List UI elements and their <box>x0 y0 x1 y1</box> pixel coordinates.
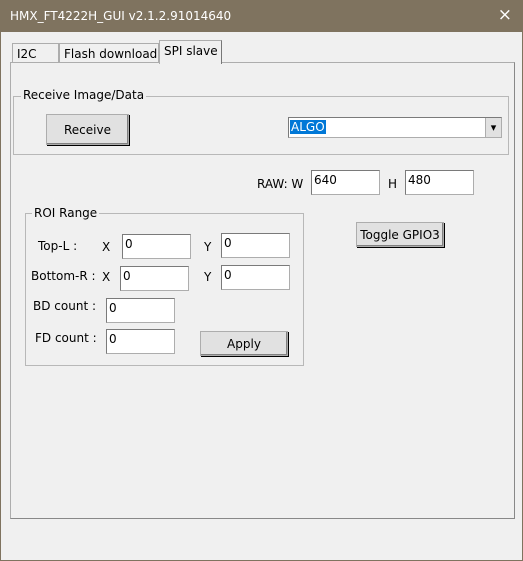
tab-i2c[interactable]: I2C <box>12 43 59 63</box>
tab-spi-slave[interactable]: SPI slave <box>159 40 222 64</box>
tab-flash-download[interactable]: Flash download <box>59 43 159 63</box>
raw-w-label: RAW: W <box>257 177 304 191</box>
top-l-label: Top-L : <box>38 239 78 253</box>
fd-count-label: FD count : <box>35 331 97 345</box>
receive-group-legend: Receive Image/Data <box>21 88 147 102</box>
fd-count-input[interactable]: 0 <box>106 329 175 354</box>
bottom-r-x-input[interactable]: 0 <box>120 266 189 291</box>
bottom-r-label: Bottom-R : <box>31 269 96 283</box>
receive-button[interactable]: Receive <box>46 114 129 145</box>
bottom-r-y-input[interactable]: 0 <box>221 265 290 290</box>
window-title: HMX_FT4222H_GUI v2.1.2.91014640 <box>10 9 232 23</box>
tab-panel-spi-slave: Receive Image/Data Receive ALGO ▾ RAW: W… <box>10 62 515 519</box>
top-x-label: X <box>102 240 111 254</box>
mode-combobox[interactable]: ALGO ▾ <box>288 117 502 138</box>
roi-range-legend: ROI Range <box>32 206 100 220</box>
top-y-label: Y <box>204 240 212 254</box>
chevron-down-icon[interactable]: ▾ <box>485 118 501 137</box>
apply-button[interactable]: Apply <box>200 331 288 356</box>
bd-count-label: BD count : <box>33 299 96 313</box>
title-bar: HMX_FT4222H_GUI v2.1.2.91014640 × <box>1 1 522 32</box>
bottom-x-label: X <box>102 270 111 284</box>
bottom-y-label: Y <box>204 270 212 284</box>
raw-height-input[interactable]: 480 <box>405 170 474 195</box>
close-icon[interactable]: × <box>498 5 512 25</box>
raw-width-input[interactable]: 640 <box>311 170 380 195</box>
toggle-gpio3-button[interactable]: Toggle GPIO3 <box>356 222 444 247</box>
bd-count-input[interactable]: 0 <box>106 298 175 323</box>
raw-h-label: H <box>388 177 398 191</box>
main-window: HMX_FT4222H_GUI v2.1.2.91014640 × I2C Fl… <box>0 0 523 561</box>
top-l-y-input[interactable]: 0 <box>221 233 290 258</box>
mode-selected-value: ALGO <box>290 120 326 134</box>
top-l-x-input[interactable]: 0 <box>122 234 191 259</box>
